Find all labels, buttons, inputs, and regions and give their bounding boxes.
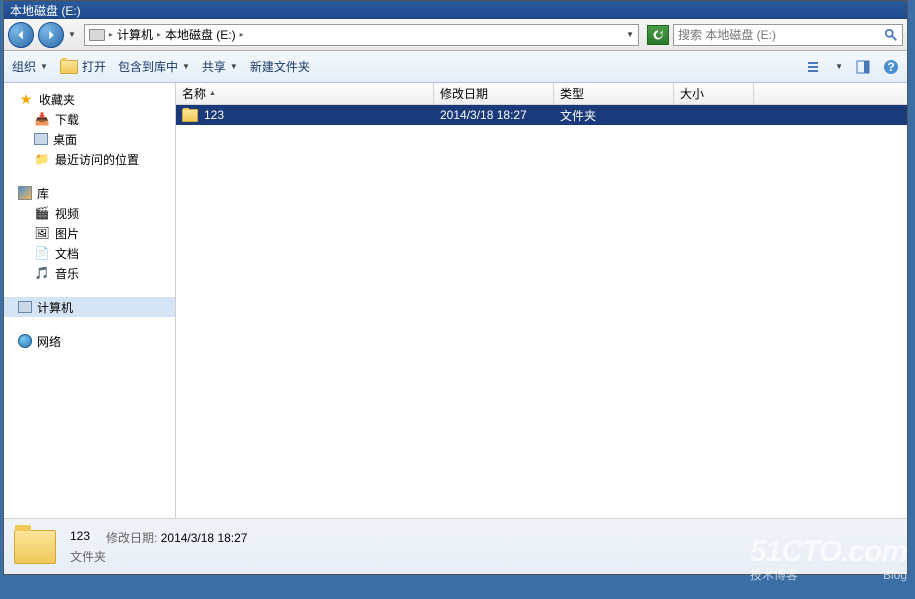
library-icon [18,186,32,200]
network-icon [18,334,32,348]
sidebar-videos[interactable]: 🎬视频 [4,203,175,223]
forward-button[interactable] [38,22,64,48]
star-icon: ★ [18,91,34,107]
computer-icon [18,301,32,313]
column-headers: 名称▲ 修改日期 类型 大小 [176,83,907,105]
refresh-button[interactable] [647,25,669,45]
sidebar-documents[interactable]: 📄文档 [4,243,175,263]
file-type: 文件夹 [554,107,674,124]
sidebar-desktop[interactable]: 桌面 [4,129,175,149]
details-date-label: 修改日期: [106,531,157,545]
details-name: 123 [70,529,90,546]
command-bar: 组织▼ 打开 包含到库中▼ 共享▼ 新建文件夹 ▼ ? [4,51,907,83]
file-date: 2014/3/18 18:27 [434,108,554,122]
folder-open-icon [60,60,78,74]
recent-icon: 📁 [34,151,50,167]
share-menu[interactable]: 共享▼ [202,58,238,75]
picture-icon: 🖼 [34,225,50,241]
help-button[interactable]: ? [883,59,899,75]
folder-icon [182,109,198,122]
file-view: 名称▲ 修改日期 类型 大小 123 2014/3/18 18:27 文件夹 [176,83,907,518]
sidebar-network[interactable]: 网络 [4,331,175,351]
drive-icon [89,29,105,41]
file-name: 123 [204,108,224,122]
column-name[interactable]: 名称▲ [176,83,434,104]
svg-text:?: ? [887,60,894,74]
sidebar-libraries[interactable]: 库 [4,183,175,203]
breadcrumb-current[interactable]: 本地磁盘 (E:) [165,26,236,43]
details-pane: 123 修改日期: 2014/3/18 18:27 文件夹 [4,518,907,574]
music-icon: 🎵 [34,265,50,281]
sidebar-favorites[interactable]: ★收藏夹 [4,89,175,109]
address-bar[interactable]: ▸ 计算机 ▸ 本地磁盘 (E:) ▸ ▼ [84,24,639,46]
folder-large-icon [14,530,56,564]
address-dropdown[interactable]: ▼ [626,30,634,39]
open-button[interactable]: 打开 [60,58,106,75]
sidebar-pictures[interactable]: 🖼图片 [4,223,175,243]
details-date: 2014/3/18 18:27 [161,531,248,545]
breadcrumb-separator: ▸ [240,30,244,39]
video-icon: 🎬 [34,205,50,221]
breadcrumb-separator: ▸ [157,30,161,39]
arrow-right-icon [44,28,58,42]
download-icon: 📥 [34,111,50,127]
sidebar-recent[interactable]: 📁最近访问的位置 [4,149,175,169]
search-icon [884,28,898,42]
details-type: 文件夹 [70,548,106,565]
arrow-left-icon [14,28,28,42]
search-box[interactable] [673,24,903,46]
nav-bar: ▼ ▸ 计算机 ▸ 本地磁盘 (E:) ▸ ▼ [4,19,907,51]
column-size[interactable]: 大小 [674,83,754,104]
history-dropdown[interactable]: ▼ [68,30,76,39]
column-type[interactable]: 类型 [554,83,674,104]
breadcrumb-computer[interactable]: 计算机 [117,26,153,43]
explorer-window: 本地磁盘 (E:) ▼ ▸ 计算机 ▸ 本地磁盘 (E:) ▸ ▼ 组织▼ [3,0,908,575]
organize-menu[interactable]: 组织▼ [12,58,48,75]
file-row[interactable]: 123 2014/3/18 18:27 文件夹 [176,105,907,125]
document-icon: 📄 [34,245,50,261]
column-date[interactable]: 修改日期 [434,83,554,104]
preview-pane-button[interactable] [855,59,871,75]
include-library-menu[interactable]: 包含到库中▼ [118,58,190,75]
search-input[interactable] [678,28,884,42]
new-folder-button[interactable]: 新建文件夹 [250,58,310,75]
content-area: ★收藏夹 📥下载 桌面 📁最近访问的位置 库 🎬视频 🖼图片 📄文档 🎵音乐 计… [4,83,907,518]
sidebar-music[interactable]: 🎵音乐 [4,263,175,283]
refresh-icon [652,29,664,41]
title-bar: 本地磁盘 (E:) [4,1,907,19]
window-title: 本地磁盘 (E:) [10,2,81,19]
desktop-icon [34,133,48,145]
view-dropdown[interactable]: ▼ [835,62,843,71]
sidebar-downloads[interactable]: 📥下载 [4,109,175,129]
back-button[interactable] [8,22,34,48]
view-options-button[interactable] [807,59,823,75]
navigation-pane: ★收藏夹 📥下载 桌面 📁最近访问的位置 库 🎬视频 🖼图片 📄文档 🎵音乐 计… [4,83,176,518]
breadcrumb-separator: ▸ [109,30,113,39]
sidebar-computer[interactable]: 计算机 [4,297,175,317]
file-list[interactable]: 123 2014/3/18 18:27 文件夹 [176,105,907,518]
